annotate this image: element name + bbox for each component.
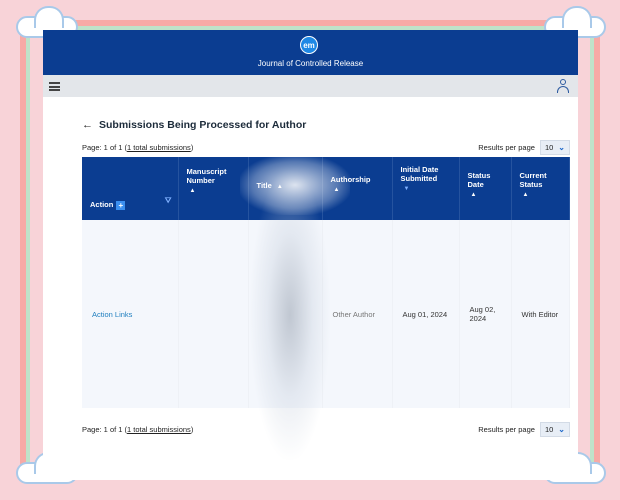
manuscript-number-header-label: Manuscript Number xyxy=(186,167,227,185)
cell-manuscript-number xyxy=(178,220,249,408)
filter-clear-icon[interactable]: ⛛ xyxy=(165,196,172,206)
sort-asc-icon[interactable]: ▲ xyxy=(274,184,283,190)
column-header-action: Action + ⛛ xyxy=(82,157,179,220)
initial-date-header-label: Initial Date Submitted xyxy=(400,165,439,183)
column-header-initial-date[interactable]: Initial Date Submitted ▼ xyxy=(392,157,460,220)
action-header-label: Action xyxy=(90,200,114,210)
results-per-page-label: Results per page xyxy=(478,142,535,152)
chevron-down-icon: ⌄ xyxy=(558,424,565,434)
results-per-page-select[interactable]: 10 ⌄ xyxy=(539,139,570,155)
top-header: em Journal of Controlled Release xyxy=(43,30,578,75)
results-per-page-value: 10 xyxy=(544,142,554,152)
cell-initial-date: Aug 01, 2024 xyxy=(392,220,460,408)
pager-bottom: Page: 1 of 1 (1 total submissions) Resul… xyxy=(82,420,570,438)
sort-asc-icon[interactable]: ▲ xyxy=(187,188,242,194)
page-info-prefix: Page: 1 of 1 ( xyxy=(82,142,128,152)
journal-logo-icon[interactable]: em xyxy=(300,36,318,54)
back-arrow-icon[interactable]: ← xyxy=(82,119,93,131)
hamburger-menu-icon[interactable] xyxy=(49,82,60,91)
page-info-prefix: Page: 1 of 1 ( xyxy=(82,424,128,434)
authorship-header-label: Authorship xyxy=(330,175,371,184)
status-date-header-label: Status Date xyxy=(467,171,491,189)
sort-asc-icon[interactable]: ▲ xyxy=(520,192,563,198)
cell-title xyxy=(248,220,323,408)
total-submissions-link[interactable]: 1 total submissions xyxy=(127,143,191,152)
sort-asc-icon[interactable]: ▲ xyxy=(331,187,386,193)
column-header-status-date[interactable]: Status Date ▲ xyxy=(459,157,512,220)
page-info: Page: 1 of 1 (1 total submissions) xyxy=(82,425,193,434)
table-row: Action Links Other Author Aug 01, 2024 A… xyxy=(82,220,570,408)
toolbar xyxy=(43,75,578,97)
journal-title: Journal of Controlled Release xyxy=(257,59,364,68)
current-status-header-label: Current Status xyxy=(519,171,547,189)
table-header-row: Action + ⛛ Manuscript Number ▲ Title ▲ Au… xyxy=(82,157,570,220)
results-per-page: Results per page 10 ⌄ xyxy=(478,139,570,155)
plus-icon[interactable]: + xyxy=(116,201,126,210)
main-content: ← Submissions Being Processed for Author… xyxy=(82,118,570,438)
column-header-current-status[interactable]: Current Status ▲ xyxy=(511,157,570,220)
cell-status-date: Aug 02, 2024 xyxy=(459,220,512,408)
results-per-page-select[interactable]: 10 ⌄ xyxy=(539,421,570,437)
total-submissions-link[interactable]: 1 total submissions xyxy=(127,425,191,434)
submissions-table: Action + ⛛ Manuscript Number ▲ Title ▲ Au… xyxy=(82,157,570,408)
column-header-manuscript-number[interactable]: Manuscript Number ▲ xyxy=(178,157,249,220)
cell-current-status: With Editor xyxy=(511,220,570,408)
action-links-link[interactable]: Action Links xyxy=(92,310,132,319)
sort-desc-icon[interactable]: ▼ xyxy=(401,186,453,192)
title-header-label: Title xyxy=(256,181,272,190)
app-window: em Journal of Controlled Release ← Submi… xyxy=(43,30,578,480)
cell-authorship: Other Author xyxy=(322,220,393,408)
results-per-page-label: Results per page xyxy=(478,424,535,434)
column-header-authorship[interactable]: Authorship ▲ xyxy=(322,157,393,220)
sort-asc-icon[interactable]: ▲ xyxy=(468,192,505,198)
results-per-page: Results per page 10 ⌄ xyxy=(478,421,570,437)
results-per-page-value: 10 xyxy=(544,424,554,434)
user-account-icon[interactable] xyxy=(557,79,569,93)
column-header-title[interactable]: Title ▲ xyxy=(248,157,323,220)
page-heading-row: ← Submissions Being Processed for Author xyxy=(82,118,570,132)
chevron-down-icon: ⌄ xyxy=(558,142,565,152)
cell-action: Action Links xyxy=(82,220,179,408)
page-info-suffix: ) xyxy=(190,142,194,152)
pager-top: Page: 1 of 1 (1 total submissions) Resul… xyxy=(82,138,570,156)
page-info-suffix: ) xyxy=(190,424,194,434)
page-info: Page: 1 of 1 (1 total submissions) xyxy=(82,143,193,152)
page-title: Submissions Being Processed for Author xyxy=(99,119,307,131)
